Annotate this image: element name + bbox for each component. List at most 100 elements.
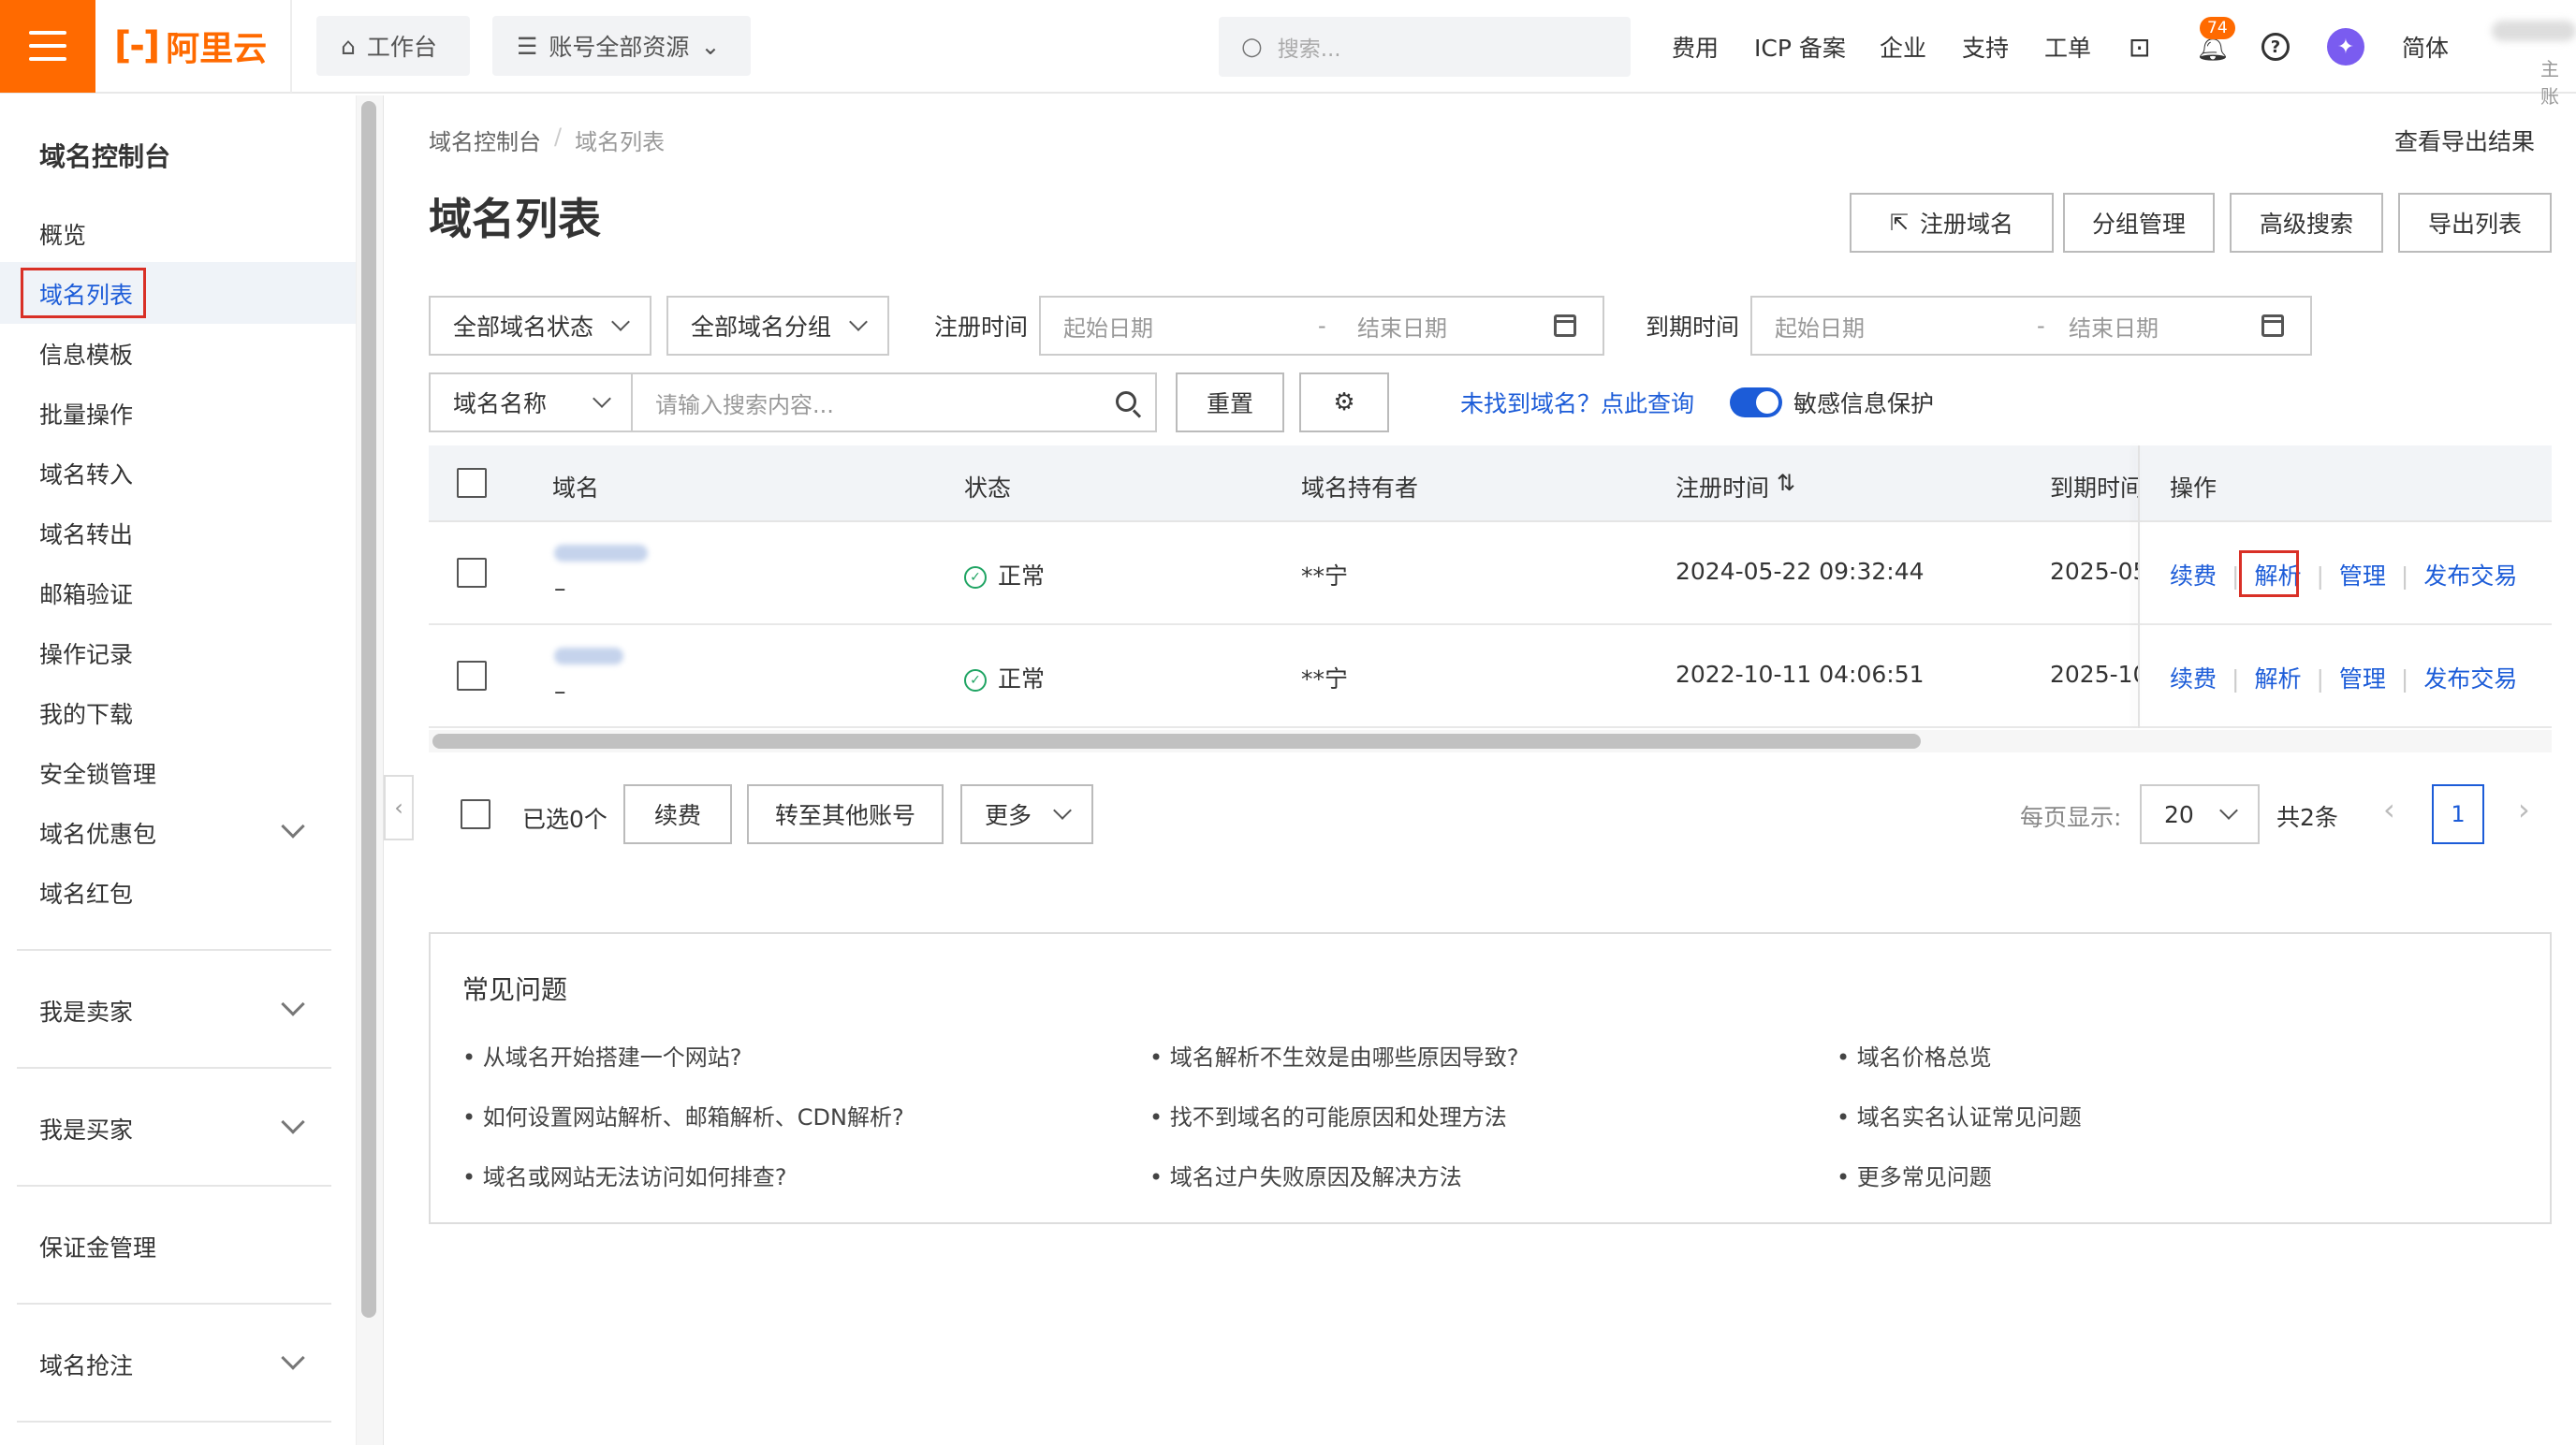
col-status: 状态 <box>964 474 1012 502</box>
domain-name-link[interactable] <box>554 545 648 562</box>
sidebar-item-security-lock[interactable]: 安全锁管理 <box>39 756 156 790</box>
chevron-right-icon[interactable]: › <box>2518 792 2530 827</box>
manage-link[interactable]: 管理 <box>2339 562 2386 590</box>
sidebar-item-transfer-out[interactable]: 域名转出 <box>39 517 133 550</box>
sidebar-item-discount[interactable]: 域名优惠包 <box>39 816 156 850</box>
sidebar-group-backorder[interactable]: 域名抢注 <box>39 1348 133 1381</box>
nav-icp[interactable]: ICP 备案 <box>1754 0 1846 94</box>
logo[interactable]: [-] 阿里云 <box>114 0 292 93</box>
export-result-link[interactable]: 查看导出结果 <box>2394 124 2535 157</box>
bulk-select-checkbox[interactable] <box>461 799 490 829</box>
resources-dropdown[interactable]: ☰ 账号全部资源 ⌄ <box>492 16 751 76</box>
group-manage-button[interactable]: 分组管理 <box>2063 193 2215 253</box>
reg-date-range[interactable]: 起始日期 - 结束日期 <box>1039 296 1604 356</box>
sidebar-group-deposit[interactable]: 保证金管理 <box>39 1230 156 1263</box>
per-page-select[interactable]: 20 <box>2140 784 2260 844</box>
resources-label: 账号全部资源 <box>549 34 690 61</box>
terminal-icon[interactable]: ⊡ <box>2129 0 2150 94</box>
exp-date-range[interactable]: 起始日期 - 结束日期 <box>1750 296 2312 356</box>
gear-icon: ⚙ <box>1333 388 1355 416</box>
account-name[interactable] <box>2492 21 2576 41</box>
faq-link[interactable]: • 域名价格总览 <box>1837 1039 1992 1072</box>
faq-link[interactable]: • 如何设置网站解析、邮箱解析、CDN解析? <box>462 1099 904 1131</box>
reg-end-date[interactable]: 结束日期 <box>1357 310 1554 343</box>
global-search-input[interactable]: ○ 搜索... <box>1219 17 1631 77</box>
calendar-icon[interactable] <box>1554 314 1576 337</box>
ai-assistant-icon[interactable]: ✦ <box>2327 0 2364 94</box>
privacy-toggle[interactable] <box>1730 387 1782 417</box>
breadcrumb: 域名控制台 / 域名列表 <box>429 124 665 156</box>
publish-trade-link[interactable]: 发布交易 <box>2423 562 2517 590</box>
nav-enterprise[interactable]: 企业 <box>1880 0 1926 94</box>
group-select[interactable]: 全部域名分组 <box>666 296 889 356</box>
sidebar-item-op-log[interactable]: 操作记录 <box>39 636 133 670</box>
page-1-button[interactable]: 1 <box>2432 784 2484 844</box>
chevron-down-icon <box>281 1346 305 1370</box>
sidebar-group-buyer[interactable]: 我是买家 <box>39 1112 133 1146</box>
dns-link[interactable]: 解析 <box>2254 665 2301 693</box>
collapse-sidebar-button[interactable]: ‹ <box>384 775 414 840</box>
reg-start-date[interactable]: 起始日期 <box>1063 310 1318 343</box>
sidebar-item-batch[interactable]: 批量操作 <box>39 397 133 431</box>
sort-icon[interactable]: ⇅ <box>1777 470 1795 496</box>
status-select[interactable]: 全部域名状态 <box>429 296 651 356</box>
search-field-select[interactable]: 域名名称 <box>429 372 633 432</box>
faq-link[interactable]: • 从域名开始搭建一个网站? <box>462 1039 742 1072</box>
col-reg-time[interactable]: 注册时间 <box>1676 470 1769 504</box>
domain-not-found-link[interactable]: 未找到域名？点此查询 <box>1460 386 1694 419</box>
bulk-renew-button[interactable]: 续费 <box>623 784 732 844</box>
sidebar-group-seller[interactable]: 我是卖家 <box>39 994 133 1028</box>
sidebar-scrollbar-thumb[interactable] <box>361 101 376 1318</box>
faq-more-link[interactable]: • 更多常见问题 <box>1837 1159 1992 1191</box>
manage-link[interactable]: 管理 <box>2339 665 2386 693</box>
breadcrumb-console[interactable]: 域名控制台 <box>429 124 541 156</box>
nav-fees[interactable]: 费用 <box>1672 0 1719 94</box>
holder-cell: **宁 <box>1301 562 1349 590</box>
help-icon[interactable]: ? <box>2261 0 2290 94</box>
sidebar-item-email-verify[interactable]: 邮箱验证 <box>39 577 133 610</box>
col-domain: 域名 <box>552 474 600 502</box>
bulk-more-dropdown[interactable]: 更多 <box>960 784 1093 844</box>
sidebar-item-templates[interactable]: 信息模板 <box>39 337 133 371</box>
export-list-button[interactable]: 导出列表 <box>2398 193 2552 253</box>
nav-support[interactable]: 支持 <box>1962 0 2009 94</box>
col-exp-time: 到期时间 <box>2050 474 2144 502</box>
reset-button[interactable]: 重置 <box>1176 372 1284 432</box>
domain-search-input[interactable]: 请输入搜索内容... <box>633 372 1157 432</box>
bell-icon[interactable]: 🔔︎ <box>2196 0 2230 94</box>
table-horizontal-scrollbar-thumb[interactable] <box>432 734 1921 749</box>
sidebar-item-redpacket[interactable]: 域名红包 <box>39 876 133 910</box>
bulk-transfer-button[interactable]: 转至其他账号 <box>747 784 944 844</box>
search-icon[interactable] <box>1116 391 1136 412</box>
sidebar-item-downloads[interactable]: 我的下载 <box>39 696 133 730</box>
chevron-left-icon[interactable]: ‹ <box>2383 792 2395 827</box>
separator: | <box>2400 562 2409 590</box>
exp-start-date[interactable]: 起始日期 <box>1775 310 2037 343</box>
language-switch[interactable]: 简体 <box>2402 0 2449 94</box>
reg-time-cell: 2022-10-11 04:06:51 <box>1676 661 1925 688</box>
row-checkbox[interactable] <box>457 558 487 588</box>
exp-end-date[interactable]: 结束日期 <box>2069 310 2261 343</box>
aliyun-logo-icon: [-] <box>114 24 160 67</box>
advanced-search-button[interactable]: 高级搜索 <box>2230 193 2383 253</box>
workbench-button[interactable]: ⌂ 工作台 <box>316 16 470 76</box>
faq-link[interactable]: • 域名过户失败原因及解决方法 <box>1149 1159 1462 1191</box>
publish-trade-link[interactable]: 发布交易 <box>2423 665 2517 693</box>
nav-ticket[interactable]: 工单 <box>2044 0 2091 94</box>
select-all-checkbox[interactable] <box>457 468 487 498</box>
menu-icon[interactable] <box>0 0 95 93</box>
sidebar-item-transfer-in[interactable]: 域名转入 <box>39 457 133 490</box>
register-domain-button[interactable]: ⇱ 注册域名 <box>1850 193 2054 253</box>
settings-button[interactable]: ⚙ <box>1299 372 1389 432</box>
faq-link[interactable]: • 域名实名认证常见问题 <box>1837 1099 2082 1131</box>
domain-name-link[interactable] <box>554 648 623 664</box>
sidebar-item-overview[interactable]: 概览 <box>39 217 86 251</box>
faq-link[interactable]: • 找不到域名的可能原因和处理方法 <box>1149 1099 1507 1131</box>
row-checkbox[interactable] <box>457 661 487 691</box>
faq-link[interactable]: • 域名解析不生效是由哪些原因导致? <box>1149 1039 1519 1072</box>
renew-link[interactable]: 续费 <box>2170 562 2217 590</box>
renew-link[interactable]: 续费 <box>2170 665 2217 693</box>
faq-link[interactable]: • 域名或网站无法访问如何排查? <box>462 1159 787 1191</box>
calendar-icon[interactable] <box>2261 314 2284 337</box>
holder-cell: **宁 <box>1301 665 1349 693</box>
